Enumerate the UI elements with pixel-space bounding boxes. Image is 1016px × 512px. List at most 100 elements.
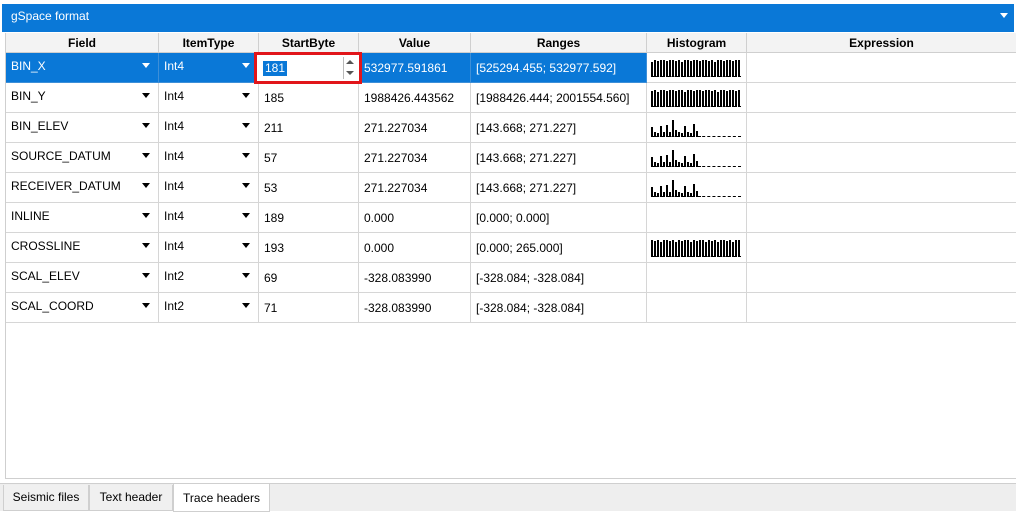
table-row[interactable]: BIN_Y Int4 185 1988426.443562 [1988426.444; … — [6, 83, 1016, 113]
startbyte-spinner[interactable]: 181 — [254, 52, 362, 84]
itemtype-combo[interactable]: Int2 — [159, 263, 259, 293]
field-combo[interactable]: RECEIVER_DATUM — [6, 173, 159, 203]
chevron-down-icon[interactable] — [142, 303, 150, 308]
field-combo[interactable]: BIN_ELEV — [6, 113, 159, 143]
table-row[interactable]: SOURCE_DATUM Int4 57 271.227034 [143.668; 27… — [6, 143, 1016, 173]
startbyte-cell[interactable]: 193 — [259, 233, 359, 263]
expression-cell[interactable] — [747, 233, 1016, 263]
spin-down-icon[interactable] — [346, 71, 354, 75]
ranges-cell[interactable]: [-328.084; -328.084] — [471, 293, 647, 323]
table-row[interactable]: INLINE Int4 189 0.000 [0.000; 0.000] — [6, 203, 1016, 233]
chevron-down-icon[interactable] — [142, 63, 150, 68]
field-combo[interactable]: SOURCE_DATUM — [6, 143, 159, 173]
chevron-down-icon[interactable] — [242, 303, 250, 308]
chevron-down-icon[interactable] — [142, 123, 150, 128]
ranges-cell[interactable]: [143.668; 271.227] — [471, 113, 647, 143]
table-row[interactable]: BIN_ELEV Int4 211 271.227034 [143.668; 271.2… — [6, 113, 1016, 143]
value-cell[interactable]: 271.227034 — [359, 113, 471, 143]
ranges-cell[interactable]: [143.668; 271.227] — [471, 143, 647, 173]
histogram-cell[interactable] — [647, 233, 747, 263]
startbyte-cell[interactable]: 69 — [259, 263, 359, 293]
chevron-down-icon[interactable] — [242, 63, 250, 68]
histogram-cell[interactable] — [647, 173, 747, 203]
chevron-down-icon[interactable] — [242, 123, 250, 128]
value-cell[interactable]: 0.000 — [359, 203, 471, 233]
itemtype-combo[interactable]: Int2 — [159, 293, 259, 323]
tab-text-header[interactable]: Text header — [89, 485, 173, 511]
itemtype-combo[interactable]: Int4 — [159, 53, 259, 83]
histogram-cell[interactable] — [647, 53, 747, 83]
value-cell[interactable]: -328.083990 — [359, 293, 471, 323]
startbyte-cell[interactable]: 211 — [259, 113, 359, 143]
chevron-down-icon[interactable] — [242, 273, 250, 278]
chevron-down-icon[interactable] — [242, 183, 250, 188]
expression-cell[interactable] — [747, 53, 1016, 83]
ranges-cell[interactable]: [0.000; 0.000] — [471, 203, 647, 233]
format-dropdown[interactable]: gSpace format — [2, 4, 1014, 32]
itemtype-combo[interactable]: Int4 — [159, 233, 259, 263]
value-cell[interactable]: 271.227034 — [359, 173, 471, 203]
startbyte-cell[interactable]: 57 — [259, 143, 359, 173]
field-combo[interactable]: SCAL_ELEV — [6, 263, 159, 293]
field-combo[interactable]: SCAL_COORD — [6, 293, 159, 323]
chevron-down-icon[interactable] — [142, 183, 150, 188]
startbyte-cell[interactable]: 185 — [259, 83, 359, 113]
expression-cell[interactable] — [747, 143, 1016, 173]
column-header-startbyte[interactable]: StartByte — [259, 33, 359, 53]
value-cell[interactable]: 271.227034 — [359, 143, 471, 173]
field-combo[interactable]: BIN_Y — [6, 83, 159, 113]
itemtype-combo[interactable]: Int4 — [159, 203, 259, 233]
itemtype-combo[interactable]: Int4 — [159, 113, 259, 143]
field-combo[interactable]: INLINE — [6, 203, 159, 233]
startbyte-cell[interactable]: 189 — [259, 203, 359, 233]
startbyte-spinner-value[interactable]: 181 — [263, 61, 288, 76]
column-header-histogram[interactable]: Histogram — [647, 33, 747, 53]
histogram-cell[interactable] — [647, 113, 747, 143]
histogram-cell[interactable] — [647, 263, 747, 293]
tab-trace-headers[interactable]: Trace headers — [173, 484, 270, 512]
chevron-down-icon[interactable] — [142, 243, 150, 248]
tab-seismic-files[interactable]: Seismic files — [3, 485, 89, 511]
trace-header-grid[interactable]: Field ItemType StartByte Value Ranges Hi… — [5, 33, 1016, 479]
histogram-cell[interactable] — [647, 83, 747, 113]
spin-up-icon[interactable] — [346, 60, 354, 64]
chevron-down-icon[interactable] — [142, 273, 150, 278]
table-row[interactable]: BIN_X Int4 532977.591861 [525294.455; 53297… — [6, 53, 1016, 83]
itemtype-combo[interactable]: Int4 — [159, 143, 259, 173]
column-header-ranges[interactable]: Ranges — [471, 33, 647, 53]
column-header-value[interactable]: Value — [359, 33, 471, 53]
histogram-cell[interactable] — [647, 203, 747, 233]
table-row[interactable]: CROSSLINE Int4 193 0.000 [0.000; 265.000] — [6, 233, 1016, 263]
startbyte-cell[interactable]: 71 — [259, 293, 359, 323]
expression-cell[interactable] — [747, 263, 1016, 293]
itemtype-combo[interactable]: Int4 — [159, 83, 259, 113]
chevron-down-icon[interactable] — [242, 213, 250, 218]
chevron-down-icon[interactable] — [142, 93, 150, 98]
field-combo[interactable]: CROSSLINE — [6, 233, 159, 263]
chevron-down-icon[interactable] — [142, 153, 150, 158]
chevron-down-icon[interactable] — [1000, 13, 1008, 18]
expression-cell[interactable] — [747, 113, 1016, 143]
value-cell[interactable]: 0.000 — [359, 233, 471, 263]
histogram-cell[interactable] — [647, 293, 747, 323]
column-header-field[interactable]: Field — [6, 33, 159, 53]
histogram-cell[interactable] — [647, 143, 747, 173]
table-row[interactable]: RECEIVER_DATUM Int4 53 271.227034 [143.668; … — [6, 173, 1016, 203]
startbyte-cell[interactable]: 53 — [259, 173, 359, 203]
expression-cell[interactable] — [747, 203, 1016, 233]
value-cell[interactable]: -328.083990 — [359, 263, 471, 293]
chevron-down-icon[interactable] — [142, 213, 150, 218]
column-header-itemtype[interactable]: ItemType — [159, 33, 259, 53]
itemtype-combo[interactable]: Int4 — [159, 173, 259, 203]
expression-cell[interactable] — [747, 83, 1016, 113]
ranges-cell[interactable]: [525294.455; 532977.592] — [471, 53, 647, 83]
chevron-down-icon[interactable] — [242, 243, 250, 248]
column-header-expression[interactable]: Expression — [747, 33, 1016, 53]
table-row[interactable]: SCAL_COORD Int2 71 -328.083990 [-328.084; -3… — [6, 293, 1016, 323]
chevron-down-icon[interactable] — [242, 153, 250, 158]
expression-cell[interactable] — [747, 293, 1016, 323]
field-combo[interactable]: BIN_X — [6, 53, 159, 83]
ranges-cell[interactable]: [1988426.444; 2001554.560] — [471, 83, 647, 113]
ranges-cell[interactable]: [0.000; 265.000] — [471, 233, 647, 263]
table-row[interactable]: SCAL_ELEV Int2 69 -328.083990 [-328.084; -32… — [6, 263, 1016, 293]
